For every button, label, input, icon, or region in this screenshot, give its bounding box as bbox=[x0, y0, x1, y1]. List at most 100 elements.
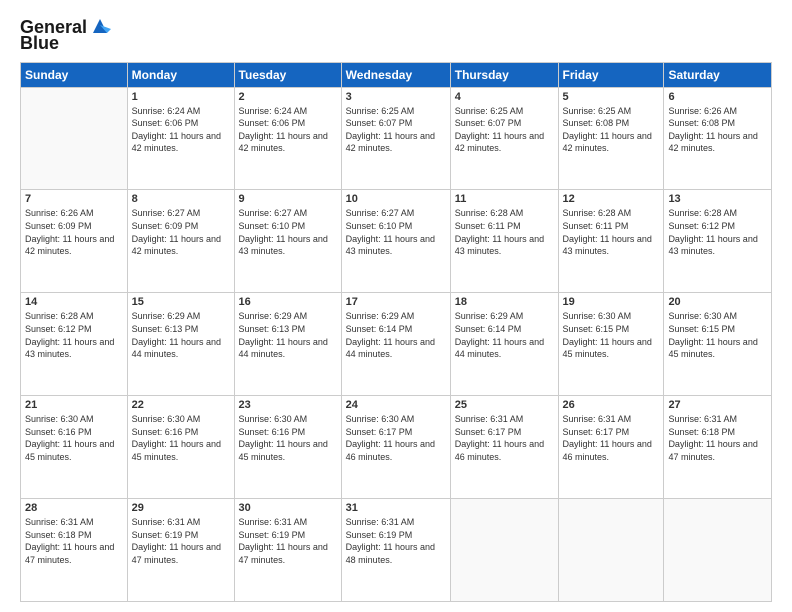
day-info: Sunrise: 6:30 AMSunset: 6:15 PMDaylight:… bbox=[668, 310, 767, 360]
day-info: Sunrise: 6:28 AMSunset: 6:12 PMDaylight:… bbox=[25, 310, 123, 360]
day-info: Sunrise: 6:28 AMSunset: 6:12 PMDaylight:… bbox=[668, 207, 767, 257]
calendar-cell: 4 Sunrise: 6:25 AMSunset: 6:07 PMDaylight… bbox=[450, 87, 558, 190]
calendar-cell: 28 Sunrise: 6:31 AMSunset: 6:18 PMDayligh… bbox=[21, 499, 128, 602]
calendar-cell: 23 Sunrise: 6:30 AMSunset: 6:16 PMDayligh… bbox=[234, 396, 341, 499]
calendar-cell: 2Sunrise: 6:24 AMSunset: 6:06 PMDaylight… bbox=[234, 87, 341, 190]
page-header: General Blue bbox=[20, 18, 772, 54]
day-number: 9 bbox=[239, 193, 337, 205]
calendar-cell: 7 Sunrise: 6:26 AMSunset: 6:09 PMDaylight… bbox=[21, 190, 128, 293]
day-info: Sunrise: 6:25 AMSunset: 6:07 PMDaylight:… bbox=[346, 105, 446, 155]
day-info: Sunrise: 6:29 AMSunset: 6:13 PMDaylight:… bbox=[132, 310, 230, 360]
calendar-cell bbox=[450, 499, 558, 602]
day-number: 26 bbox=[563, 399, 660, 411]
calendar-cell: 19 Sunrise: 6:30 AMSunset: 6:15 PMDayligh… bbox=[558, 293, 664, 396]
day-number: 20 bbox=[668, 296, 767, 308]
day-number: 16 bbox=[239, 296, 337, 308]
day-number: 23 bbox=[239, 399, 337, 411]
calendar-cell: 17 Sunrise: 6:29 AMSunset: 6:14 PMDayligh… bbox=[341, 293, 450, 396]
day-number: 30 bbox=[239, 502, 337, 514]
weekday-header: Tuesday bbox=[234, 62, 341, 87]
day-info: Sunrise: 6:30 AMSunset: 6:17 PMDaylight:… bbox=[346, 413, 446, 463]
calendar-cell bbox=[664, 499, 772, 602]
calendar-cell: 27Sunrise: 6:31 AMSunset: 6:18 PMDayligh… bbox=[664, 396, 772, 499]
day-number: 28 bbox=[25, 502, 123, 514]
day-number: 31 bbox=[346, 502, 446, 514]
day-info: Sunrise: 6:27 AMSunset: 6:10 PMDaylight:… bbox=[239, 207, 337, 257]
logo-icon bbox=[89, 15, 111, 37]
day-info: Sunrise: 6:26 AMSunset: 6:08 PMDaylight:… bbox=[668, 105, 767, 155]
day-number: 11 bbox=[455, 193, 554, 205]
day-number: 7 bbox=[25, 193, 123, 205]
calendar-cell: 12Sunrise: 6:28 AMSunset: 6:11 PMDayligh… bbox=[558, 190, 664, 293]
day-number: 12 bbox=[563, 193, 660, 205]
calendar-cell: 9 Sunrise: 6:27 AMSunset: 6:10 PMDaylight… bbox=[234, 190, 341, 293]
day-number: 5 bbox=[563, 91, 660, 103]
day-number: 19 bbox=[563, 296, 660, 308]
day-info: Sunrise: 6:31 AMSunset: 6:18 PMDaylight:… bbox=[25, 516, 123, 566]
day-number: 29 bbox=[132, 502, 230, 514]
calendar-week-row: 21 Sunrise: 6:30 AMSunset: 6:16 PMDayligh… bbox=[21, 396, 772, 499]
day-info: Sunrise: 6:31 AMSunset: 6:17 PMDaylight:… bbox=[455, 413, 554, 463]
calendar-table: SundayMondayTuesdayWednesdayThursdayFrid… bbox=[20, 62, 772, 602]
day-number: 27 bbox=[668, 399, 767, 411]
day-info: Sunrise: 6:29 AMSunset: 6:13 PMDaylight:… bbox=[239, 310, 337, 360]
day-number: 18 bbox=[455, 296, 554, 308]
day-info: Sunrise: 6:31 AMSunset: 6:19 PMDaylight:… bbox=[239, 516, 337, 566]
calendar-cell: 14 Sunrise: 6:28 AMSunset: 6:12 PMDayligh… bbox=[21, 293, 128, 396]
day-info: Sunrise: 6:25 AMSunset: 6:08 PMDaylight:… bbox=[563, 105, 660, 155]
calendar-cell: 18 Sunrise: 6:29 AMSunset: 6:14 PMDayligh… bbox=[450, 293, 558, 396]
calendar-cell: 15 Sunrise: 6:29 AMSunset: 6:13 PMDayligh… bbox=[127, 293, 234, 396]
calendar-cell: 13 Sunrise: 6:28 AMSunset: 6:12 PMDayligh… bbox=[664, 190, 772, 293]
day-number: 25 bbox=[455, 399, 554, 411]
day-number: 10 bbox=[346, 193, 446, 205]
calendar-cell bbox=[21, 87, 128, 190]
day-info: Sunrise: 6:25 AMSunset: 6:07 PMDaylight:… bbox=[455, 105, 554, 155]
weekday-header-row: SundayMondayTuesdayWednesdayThursdayFrid… bbox=[21, 62, 772, 87]
calendar-cell: 31 Sunrise: 6:31 AMSunset: 6:19 PMDayligh… bbox=[341, 499, 450, 602]
calendar-week-row: 1 Sunrise: 6:24 AMSunset: 6:06 PMDaylight… bbox=[21, 87, 772, 190]
day-number: 8 bbox=[132, 193, 230, 205]
calendar-cell: 8 Sunrise: 6:27 AMSunset: 6:09 PMDaylight… bbox=[127, 190, 234, 293]
calendar-cell: 10Sunrise: 6:27 AMSunset: 6:10 PMDayligh… bbox=[341, 190, 450, 293]
day-info: Sunrise: 6:30 AMSunset: 6:16 PMDaylight:… bbox=[25, 413, 123, 463]
day-info: Sunrise: 6:29 AMSunset: 6:14 PMDaylight:… bbox=[455, 310, 554, 360]
day-info: Sunrise: 6:31 AMSunset: 6:19 PMDaylight:… bbox=[346, 516, 446, 566]
day-number: 15 bbox=[132, 296, 230, 308]
day-info: Sunrise: 6:24 AMSunset: 6:06 PMDaylight:… bbox=[132, 105, 230, 155]
calendar-cell: 21 Sunrise: 6:30 AMSunset: 6:16 PMDayligh… bbox=[21, 396, 128, 499]
calendar-week-row: 14 Sunrise: 6:28 AMSunset: 6:12 PMDayligh… bbox=[21, 293, 772, 396]
day-number: 21 bbox=[25, 399, 123, 411]
day-number: 1 bbox=[132, 91, 230, 103]
day-number: 24 bbox=[346, 399, 446, 411]
calendar-cell: 5 Sunrise: 6:25 AMSunset: 6:08 PMDaylight… bbox=[558, 87, 664, 190]
day-info: Sunrise: 6:24 AMSunset: 6:06 PMDaylight:… bbox=[239, 105, 337, 155]
calendar-cell: 29Sunrise: 6:31 AMSunset: 6:19 PMDayligh… bbox=[127, 499, 234, 602]
calendar-cell: 22 Sunrise: 6:30 AMSunset: 6:16 PMDayligh… bbox=[127, 396, 234, 499]
calendar-cell: 16 Sunrise: 6:29 AMSunset: 6:13 PMDayligh… bbox=[234, 293, 341, 396]
calendar-week-row: 7 Sunrise: 6:26 AMSunset: 6:09 PMDaylight… bbox=[21, 190, 772, 293]
day-info: Sunrise: 6:30 AMSunset: 6:16 PMDaylight:… bbox=[239, 413, 337, 463]
weekday-header: Monday bbox=[127, 62, 234, 87]
day-number: 14 bbox=[25, 296, 123, 308]
day-number: 22 bbox=[132, 399, 230, 411]
day-info: Sunrise: 6:30 AMSunset: 6:15 PMDaylight:… bbox=[563, 310, 660, 360]
weekday-header: Saturday bbox=[664, 62, 772, 87]
day-info: Sunrise: 6:28 AMSunset: 6:11 PMDaylight:… bbox=[455, 207, 554, 257]
calendar-cell: 26 Sunrise: 6:31 AMSunset: 6:17 PMDayligh… bbox=[558, 396, 664, 499]
calendar-week-row: 28 Sunrise: 6:31 AMSunset: 6:18 PMDayligh… bbox=[21, 499, 772, 602]
day-info: Sunrise: 6:30 AMSunset: 6:16 PMDaylight:… bbox=[132, 413, 230, 463]
day-number: 4 bbox=[455, 91, 554, 103]
day-info: Sunrise: 6:27 AMSunset: 6:09 PMDaylight:… bbox=[132, 207, 230, 257]
weekday-header: Thursday bbox=[450, 62, 558, 87]
weekday-header: Wednesday bbox=[341, 62, 450, 87]
day-info: Sunrise: 6:26 AMSunset: 6:09 PMDaylight:… bbox=[25, 207, 123, 257]
calendar-cell: 25 Sunrise: 6:31 AMSunset: 6:17 PMDayligh… bbox=[450, 396, 558, 499]
calendar-cell: 11 Sunrise: 6:28 AMSunset: 6:11 PMDayligh… bbox=[450, 190, 558, 293]
weekday-header: Sunday bbox=[21, 62, 128, 87]
day-number: 17 bbox=[346, 296, 446, 308]
calendar-cell bbox=[558, 499, 664, 602]
day-info: Sunrise: 6:29 AMSunset: 6:14 PMDaylight:… bbox=[346, 310, 446, 360]
calendar-cell: 3Sunrise: 6:25 AMSunset: 6:07 PMDaylight… bbox=[341, 87, 450, 190]
day-info: Sunrise: 6:31 AMSunset: 6:17 PMDaylight:… bbox=[563, 413, 660, 463]
day-number: 13 bbox=[668, 193, 767, 205]
